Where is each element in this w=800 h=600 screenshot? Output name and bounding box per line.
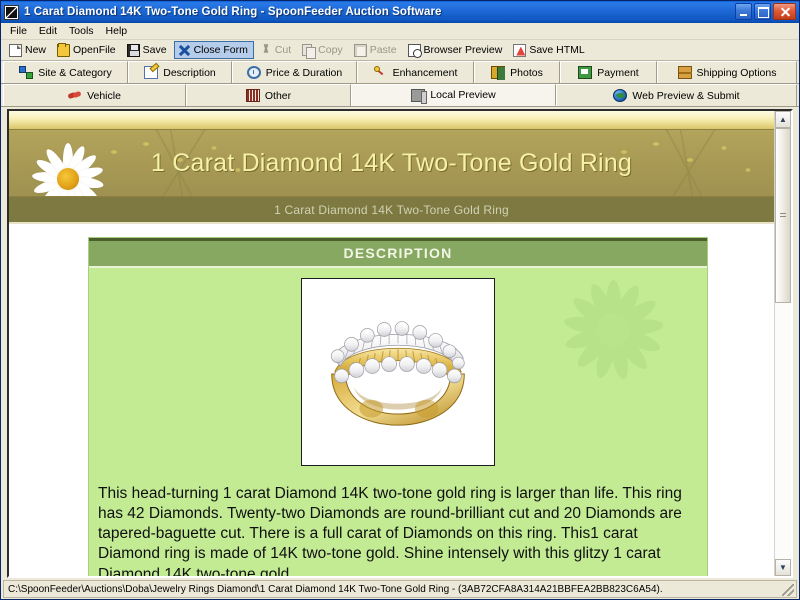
- toolbar-cut-label: Cut: [274, 44, 292, 56]
- item-photo[interactable]: [301, 278, 495, 466]
- money-icon: [578, 66, 593, 79]
- tab-strip-secondary: Vehicle Other Local Preview Web Preview …: [1, 84, 799, 107]
- description-body: This head-turning 1 carat Diamond 14K tw…: [89, 268, 707, 576]
- photo-icon: [491, 66, 506, 80]
- new-page-icon: [9, 43, 22, 57]
- listing-subtitle-band: 1 Carat Diamond 14K Two-Tone Gold Ring: [9, 197, 774, 224]
- toolbar-paste-label: Paste: [369, 44, 397, 56]
- tab-local-preview[interactable]: Local Preview: [351, 84, 556, 106]
- tab-payment[interactable]: Payment: [560, 61, 657, 83]
- item-description-text: This head-turning 1 carat Diamond 14K tw…: [98, 485, 682, 576]
- toolbar-save-button[interactable]: Save: [123, 41, 173, 59]
- close-button[interactable]: [773, 3, 796, 20]
- notepad-pencil-icon: [144, 66, 159, 79]
- barcode-icon: [245, 89, 260, 102]
- scroll-up-arrow-icon[interactable]: ▲: [775, 111, 791, 128]
- tab-site-category[interactable]: Site & Category: [3, 61, 128, 83]
- tab-payment-label: Payment: [597, 66, 639, 79]
- clipboard-icon: [353, 43, 367, 57]
- listing-subtitle: 1 Carat Diamond 14K Two-Tone Gold Ring: [274, 202, 509, 217]
- open-folder-icon: [57, 42, 71, 57]
- toolbar-new-button[interactable]: New: [5, 41, 52, 59]
- tab-photos-label: Photos: [510, 66, 543, 79]
- maximize-button[interactable]: [754, 3, 771, 20]
- scrollbar-track[interactable]: [775, 128, 791, 559]
- status-bar-path: C:\SpoonFeeder\Auctions\Doba\Jewelry Rin…: [8, 583, 663, 595]
- tab-web-preview-submit[interactable]: Web Preview & Submit: [556, 84, 797, 106]
- tab-vehicle-label: Vehicle: [87, 89, 121, 102]
- toolbar-browser-preview-button[interactable]: Browser Preview: [404, 41, 509, 59]
- tab-site-category-label: Site & Category: [38, 66, 112, 79]
- tab-web-preview-submit-label: Web Preview & Submit: [632, 89, 740, 102]
- clock-icon: [246, 66, 261, 79]
- magic-wand-icon: [373, 66, 388, 79]
- toolbar: New OpenFile Save Close Form Cut Copy Pa…: [1, 40, 799, 61]
- toolbar-save-label: Save: [142, 44, 167, 56]
- tab-price-duration-label: Price & Duration: [265, 66, 343, 79]
- window-preview-icon: [411, 88, 428, 104]
- scissors-icon: [259, 44, 272, 57]
- package-box-icon: [677, 66, 692, 79]
- app-icon: [4, 4, 19, 20]
- window-controls: [735, 3, 796, 20]
- save-html-icon: [513, 43, 527, 57]
- magnify-page-icon: [407, 43, 422, 58]
- toolbar-cut-button: Cut: [255, 41, 297, 59]
- window-title: 1 Carat Diamond 14K Two-Tone Gold Ring -…: [24, 6, 442, 18]
- toolbar-close-form-button[interactable]: Close Form: [173, 41, 254, 59]
- listing-banner: 1 Carat Diamond 14K Two-Tone Gold Ring 1…: [9, 111, 774, 224]
- tab-other[interactable]: Other: [186, 84, 351, 106]
- tab-price-duration[interactable]: Price & Duration: [232, 61, 357, 83]
- listing-preview-document: 1 Carat Diamond 14K Two-Tone Gold Ring 1…: [9, 111, 774, 576]
- toolbar-openfile-button[interactable]: OpenFile: [53, 41, 122, 59]
- tab-shipping-options-label: Shipping Options: [696, 66, 777, 79]
- tab-vehicle[interactable]: Vehicle: [3, 84, 186, 106]
- globe-icon: [613, 89, 628, 102]
- preview-vertical-scrollbar[interactable]: ▲ ▼: [774, 111, 791, 576]
- menu-item-help[interactable]: Help: [100, 23, 134, 39]
- car-icon: [68, 89, 82, 102]
- banner-title-band: 1 Carat Diamond 14K Two-Tone Gold Ring: [9, 129, 774, 197]
- minimize-button[interactable]: [735, 3, 752, 20]
- menu-item-tools[interactable]: Tools: [63, 23, 100, 39]
- toolbar-save-html-button[interactable]: Save HTML: [509, 41, 590, 59]
- floppy-disk-icon: [126, 43, 140, 57]
- tab-enhancement[interactable]: Enhancement: [357, 61, 474, 83]
- copy-pages-icon: [302, 43, 317, 59]
- close-x-icon: [178, 44, 191, 57]
- tab-description[interactable]: Description: [128, 61, 232, 83]
- toolbar-close-form-label: Close Form: [193, 44, 248, 56]
- toolbar-new-label: New: [25, 44, 47, 56]
- diamond-ring-graphic: [302, 279, 494, 465]
- tab-other-label: Other: [264, 89, 292, 102]
- toolbar-copy-label: Copy: [318, 44, 343, 56]
- description-heading: DESCRIPTION: [89, 241, 707, 266]
- tab-photos[interactable]: Photos: [474, 61, 560, 83]
- toolbar-copy-button: Copy: [298, 41, 349, 59]
- application-window: 1 Carat Diamond 14K Two-Tone Gold Ring -…: [0, 0, 800, 600]
- scroll-down-arrow-icon[interactable]: ▼: [775, 559, 791, 576]
- tab-shipping-options[interactable]: Shipping Options: [657, 61, 797, 83]
- local-preview-pane: 1 Carat Diamond 14K Two-Tone Gold Ring 1…: [7, 109, 793, 578]
- toolbar-browser-preview-label: Browser Preview: [423, 44, 503, 56]
- toolbar-paste-button: Paste: [350, 41, 403, 59]
- menu-item-edit[interactable]: Edit: [33, 23, 63, 39]
- resize-grip-icon[interactable]: [782, 584, 794, 596]
- description-section: DESCRIPTION This head-turning 1 carat Di…: [88, 237, 708, 576]
- title-bar: 1 Carat Diamond 14K Two-Tone Gold Ring -…: [1, 1, 799, 23]
- listing-title: 1 Carat Diamond 14K Two-Tone Gold Ring: [150, 148, 632, 177]
- scrollbar-thumb[interactable]: [775, 128, 791, 303]
- tab-enhancement-label: Enhancement: [392, 66, 458, 79]
- tab-strip-primary: Site & Category Description Price & Dura…: [1, 61, 799, 84]
- tab-description-label: Description: [163, 66, 216, 79]
- daisy-watermark-icon: [557, 274, 669, 386]
- toolbar-openfile-label: OpenFile: [73, 44, 116, 56]
- sitemap-icon: [19, 66, 34, 79]
- menu-item-file[interactable]: File: [4, 23, 33, 39]
- tab-local-preview-label: Local Preview: [430, 89, 496, 101]
- status-bar: C:\SpoonFeeder\Auctions\Doba\Jewelry Rin…: [3, 580, 797, 598]
- toolbar-save-html-label: Save HTML: [529, 44, 585, 56]
- menu-bar: File Edit Tools Help: [1, 23, 799, 40]
- banner-top-gradient: [9, 111, 774, 129]
